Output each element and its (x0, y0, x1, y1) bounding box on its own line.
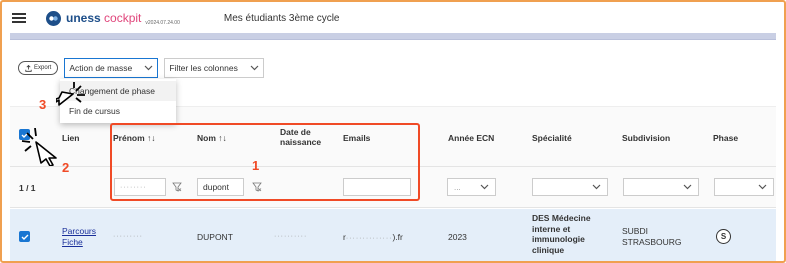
chevron-down-icon (683, 184, 692, 190)
chevron-down-icon (144, 65, 153, 71)
fiche-link[interactable]: Fiche (62, 237, 83, 247)
filter-columns-select[interactable]: Filter les colonnes (164, 58, 265, 78)
cursor-click-icon (56, 82, 85, 106)
logo[interactable]: uness cockpit v2024.07.24.00 (46, 10, 180, 26)
brand-name: uness cockpit (66, 11, 142, 25)
cell-nom: DUPONT (197, 232, 233, 242)
chevron-down-icon (250, 65, 259, 71)
table-toolbar: Export Action de masse Filter les colonn… (18, 58, 265, 78)
cell-email: r··············).fr (343, 232, 403, 242)
header-annee-ecn: Année ECN (448, 133, 495, 143)
app-frame: uness cockpit v2024.07.24.00 Mes étudian… (0, 0, 786, 263)
row-count: 1 / 1 (19, 183, 36, 193)
table-row[interactable]: Parcours Fiche ········· DUPONT ········… (10, 209, 776, 261)
annee-ecn-filter-select[interactable]: ... (447, 178, 496, 196)
cell-subdivision: SUBDI STRASBOURG (622, 226, 682, 247)
cell-prenom: ········· (113, 233, 143, 240)
annotation-number-1: 1 (252, 158, 260, 173)
header-phase: Phase (713, 133, 739, 143)
header-subdivision: Subdivision (622, 133, 671, 143)
phase-badge[interactable]: S (716, 229, 731, 244)
mass-action-select[interactable]: Action de masse (64, 58, 159, 78)
header-specialite: Spécialité (532, 133, 572, 143)
annotation-number-3: 3 (39, 97, 47, 112)
menu-icon[interactable] (12, 13, 26, 23)
check-icon (21, 234, 28, 240)
logo-icon (46, 10, 61, 26)
phase-filter-select[interactable] (714, 178, 774, 196)
chevron-down-icon (480, 184, 489, 190)
version-label: v2024.07.24.00 (145, 19, 180, 26)
header-band (10, 33, 776, 40)
subdivision-filter-select[interactable] (623, 178, 699, 196)
cursor-click-icon (21, 128, 57, 166)
cell-annee-ecn: 2023 (448, 232, 467, 242)
chevron-down-icon (758, 184, 767, 190)
row-checkbox[interactable] (19, 231, 30, 242)
page-title: Mes étudiants 3ème cycle (223, 12, 340, 24)
parcours-link[interactable]: Parcours (62, 226, 96, 236)
export-button[interactable]: Export (18, 61, 59, 75)
annotation-box-filters (110, 123, 420, 201)
specialite-filter-select[interactable] (532, 178, 608, 196)
cell-specialite: DES Médecine interne et immunologie cliniqu… (532, 213, 591, 255)
upload-icon (25, 64, 32, 72)
cell-date-naissance: ·········· (274, 233, 308, 240)
chevron-down-icon (592, 184, 601, 190)
top-bar: uness cockpit v2024.07.24.00 Mes étudian… (4, 4, 782, 32)
